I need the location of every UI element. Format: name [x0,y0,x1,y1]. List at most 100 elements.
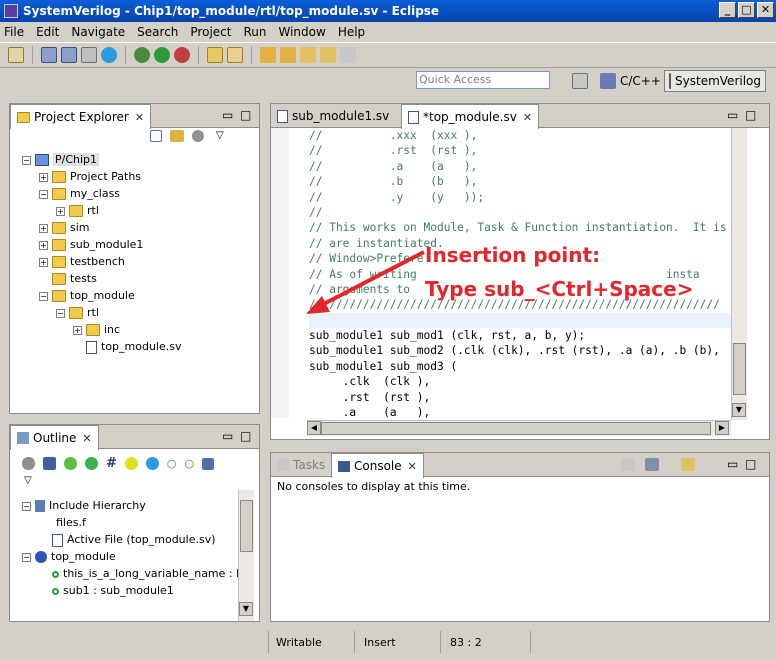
tab-top-module[interactable]: *top_module.sv ✕ [401,104,540,129]
instance-icon[interactable] [202,457,215,470]
minimize-button[interactable]: _ [719,2,736,18]
tab-sub-module1[interactable]: sub_module1.sv [271,104,395,128]
minimize-icon[interactable]: ▭ [727,108,738,122]
minimize-icon[interactable]: ▭ [727,457,738,471]
last-edit-icon[interactable] [300,47,316,63]
scroll-thumb[interactable] [321,422,711,435]
run-icon[interactable] [154,47,170,63]
project-tree-item[interactable]: + inc [73,322,120,338]
project-tree-item[interactable]: − rtl [56,305,99,321]
tab-project-explorer[interactable]: Project Explorer ✕ [10,104,152,129]
project-tree-item[interactable]: + testbench [39,254,125,270]
project-tree-item[interactable]: tests [39,271,97,287]
menu-window[interactable]: Window [278,25,325,39]
tab-outline[interactable]: Outline ✕ [10,425,99,450]
perspective-cpp[interactable]: C/C++ [596,70,665,92]
filter-icon[interactable] [64,457,77,470]
minimize-icon[interactable]: ▭ [222,108,233,122]
menu-search[interactable]: Search [137,25,178,39]
menu-file[interactable]: File [4,25,24,39]
project-tree-item[interactable]: − my_class [39,186,120,202]
save-icon[interactable] [41,47,57,63]
collapse-toggle[interactable]: − [39,291,48,301]
search-icon[interactable] [227,47,243,63]
previous-annotation-icon[interactable] [280,47,296,63]
chevron-down-icon[interactable]: ▽ [24,475,32,486]
outline-tree-item[interactable]: sub1 : sub_module1 [39,583,174,599]
maximize-icon[interactable]: □ [240,429,251,443]
print-icon[interactable] [81,47,97,63]
collapse-all-icon[interactable] [150,130,162,142]
outline-tree-item[interactable]: − top_module [22,549,116,565]
circle-icon[interactable]: ○ [167,457,177,470]
project-tree-item[interactable]: + sub_module1 [39,237,143,253]
forward-icon[interactable] [340,47,356,63]
editor-vertical-scrollbar[interactable]: ▼ [731,128,747,420]
display-console-icon[interactable] [645,458,659,471]
close-icon[interactable]: ✕ [135,111,144,124]
project-tree-item[interactable]: + rtl [56,203,99,219]
debug-icon[interactable] [134,47,150,63]
plus-zero-icon[interactable] [124,457,138,470]
menu-help[interactable]: Help [338,25,365,39]
circle-icon[interactable]: ○ [185,457,195,470]
outline-tree-item[interactable]: − Include Hierarchy [22,498,146,514]
close-icon[interactable]: ✕ [82,432,91,445]
scroll-down-arrow[interactable]: ▼ [239,602,253,616]
maximize-icon[interactable]: □ [745,457,756,471]
scroll-thumb[interactable] [733,343,746,395]
maximize-button[interactable]: □ [738,2,755,18]
open-perspective-icon[interactable] [572,73,588,89]
maximize-icon[interactable]: □ [745,108,756,122]
menu-navigate[interactable]: Navigate [71,25,125,39]
expand-toggle[interactable]: + [39,172,48,182]
outline-tree-item[interactable]: Active File (top_module.sv) [39,532,216,548]
next-annotation-icon[interactable] [260,47,276,63]
pin-console-icon[interactable] [621,458,635,471]
editor-horizontal-scrollbar[interactable]: ◀ ▶ [307,420,731,436]
sort-icon[interactable] [43,457,56,470]
expand-toggle[interactable]: + [39,240,48,250]
save-all-icon[interactable] [61,47,77,63]
external-tools-icon[interactable] [174,47,190,63]
menu-edit[interactable]: Edit [36,25,59,39]
outline-vertical-scrollbar[interactable]: ▼ [238,490,254,621]
tab-console[interactable]: Console ✕ [331,453,424,478]
outline-tree-item[interactable]: this_is_a_long_variable_name : lc [39,566,245,582]
collapse-toggle[interactable]: − [22,501,31,511]
g-icon[interactable] [101,47,117,63]
perspective-systemverilog[interactable]: SystemVerilog [664,70,766,92]
hash-icon[interactable]: # [106,456,117,471]
scroll-right-arrow[interactable]: ▶ [715,421,729,435]
project-tree-item[interactable]: − P/Chip1 [22,152,100,168]
menu-run[interactable]: Run [243,25,266,39]
collapse-toggle[interactable]: − [22,552,31,562]
tab-tasks[interactable]: Tasks [271,453,331,477]
project-tree-item[interactable]: + Project Paths [39,169,141,185]
view-menu-icon[interactable] [192,130,204,142]
g-icon[interactable] [145,457,159,470]
close-button[interactable]: ✕ [757,2,774,18]
close-icon[interactable]: ✕ [408,460,417,473]
project-tree-item[interactable]: + sim [39,220,90,236]
hide-fields-icon[interactable] [22,457,35,470]
expand-toggle[interactable]: + [73,325,82,335]
project-tree-item[interactable]: − top_module [39,288,135,304]
expand-toggle[interactable]: + [39,223,48,233]
collapse-toggle[interactable]: − [39,189,48,199]
quick-access-input[interactable]: Quick Access [416,71,550,89]
scroll-down-arrow[interactable]: ▼ [732,403,746,417]
collapse-toggle[interactable]: − [22,155,31,165]
open-console-icon[interactable] [681,458,695,471]
scroll-thumb[interactable] [240,500,253,552]
maximize-icon[interactable]: □ [240,108,251,122]
collapse-toggle[interactable]: − [56,308,65,318]
menu-project[interactable]: Project [190,25,231,39]
expand-toggle[interactable]: + [56,206,65,216]
link-with-editor-icon[interactable] [170,130,184,142]
expand-toggle[interactable]: + [39,257,48,267]
open-folder-icon[interactable] [207,47,223,63]
back-icon[interactable] [320,47,336,63]
new-icon[interactable] [8,47,24,63]
chevron-down-icon[interactable]: ▽ [216,130,224,142]
